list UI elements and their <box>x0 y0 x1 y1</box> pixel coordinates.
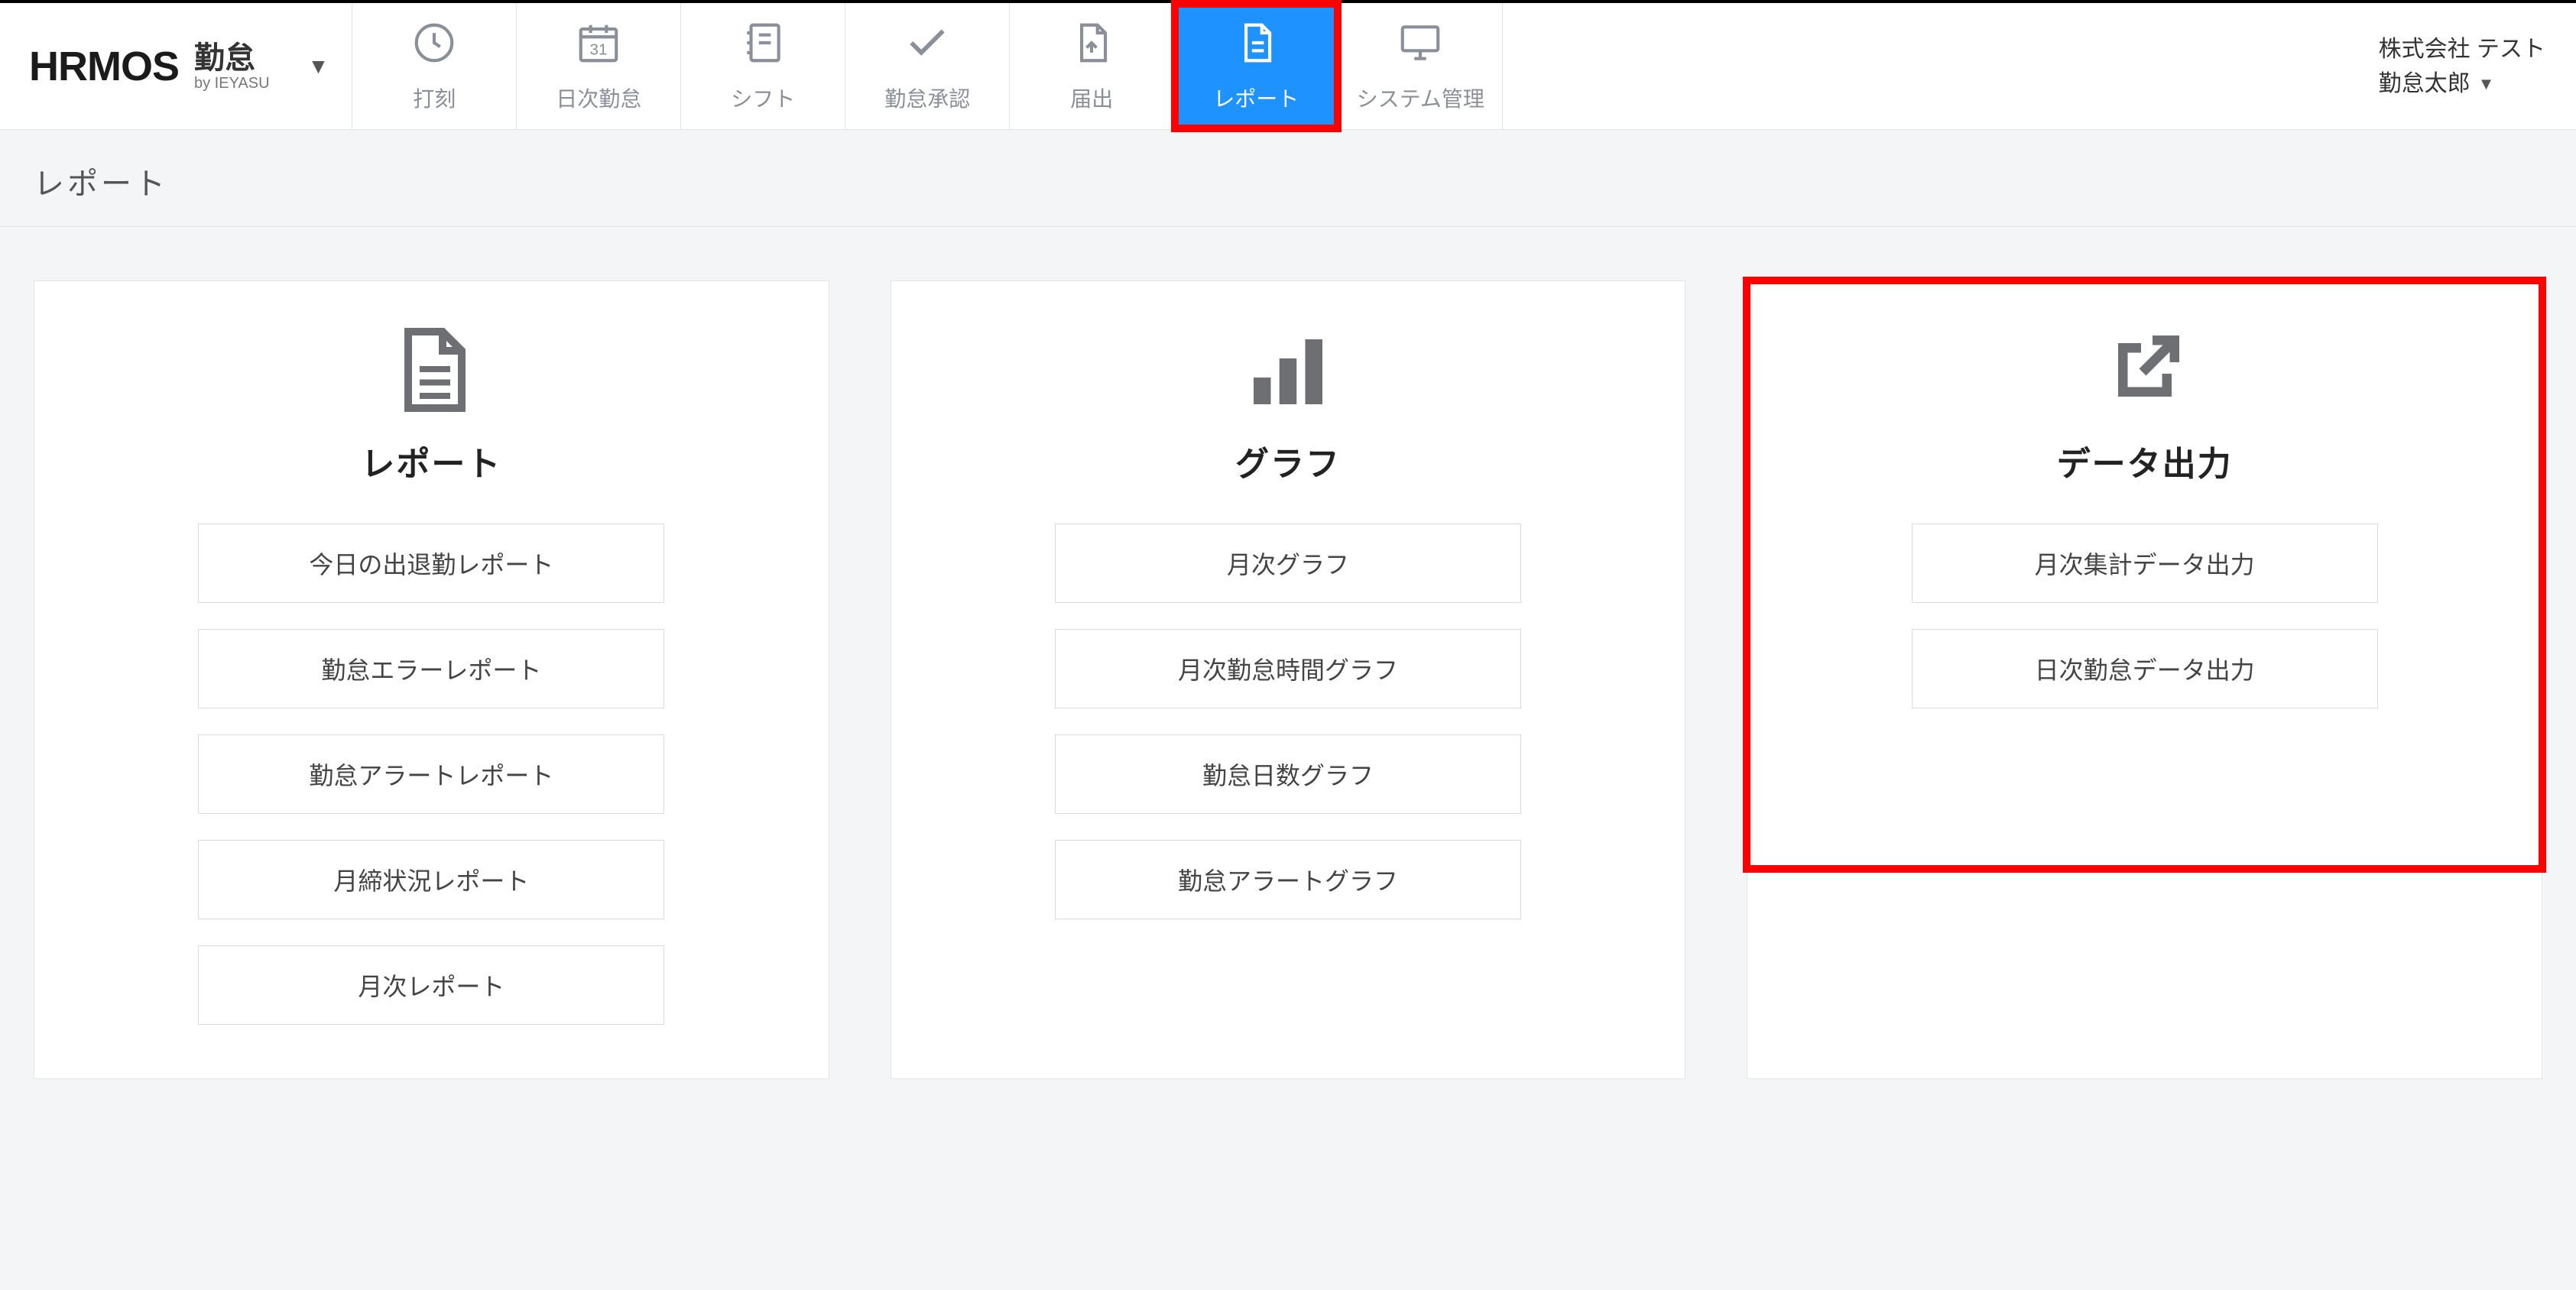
logo-dropdown-caret-icon[interactable]: ▼ <box>308 54 329 79</box>
nav-label: 日次勤怠 <box>556 83 641 113</box>
link-daily-data-export[interactable]: 日次勤怠データ出力 <box>1912 629 2378 708</box>
nav-item-approval[interactable]: 勤怠承認 <box>845 3 1010 129</box>
calendar-icon: 31 <box>575 19 622 72</box>
document-icon <box>385 324 477 421</box>
logo-sub-small: by IEYASU <box>194 75 270 92</box>
nav-item-clock[interactable]: 打刻 <box>352 3 517 129</box>
logo-sub-big: 勤怠 <box>194 41 270 75</box>
bar-chart-icon <box>1242 324 1334 421</box>
link-monthly-time-graph[interactable]: 月次勤怠時間グラフ <box>1055 629 1521 708</box>
cards-row: レポート 今日の出退勤レポート 勤怠エラーレポート 勤怠アラートレポート 月締状… <box>0 227 2576 1133</box>
card-report: レポート 今日の出退勤レポート 勤怠エラーレポート 勤怠アラートレポート 月締状… <box>34 280 829 1079</box>
nav-item-daily[interactable]: 31 日次勤怠 <box>517 3 681 129</box>
nav-label: 届出 <box>1070 83 1113 113</box>
card-title: データ出力 <box>2057 436 2233 485</box>
card-title: グラフ <box>1235 436 1341 485</box>
svg-text:31: 31 <box>590 41 608 59</box>
card-links: 今日の出退勤レポート 勤怠エラーレポート 勤怠アラートレポート 月締状況レポート… <box>65 523 798 1025</box>
link-alert-graph[interactable]: 勤怠アラートグラフ <box>1055 840 1521 919</box>
nav-label: レポート <box>1213 83 1299 113</box>
check-icon <box>904 19 951 72</box>
header: HRMOS 勤怠 by IEYASU ▼ 打刻 31 日次勤怠 シフト <box>0 0 2576 130</box>
user-company: 株式会社 テスト <box>2379 32 2545 66</box>
nav-label: 打刻 <box>413 83 456 113</box>
nav-label: 勤怠承認 <box>884 83 970 113</box>
file-icon <box>1232 19 1280 72</box>
link-error-report[interactable]: 勤怠エラーレポート <box>198 629 664 708</box>
page-title: レポート <box>34 159 2542 203</box>
logo-text: HRMOS <box>29 43 179 90</box>
card-graph: グラフ 月次グラフ 月次勤怠時間グラフ 勤怠日数グラフ 勤怠アラートグラフ <box>891 280 1686 1079</box>
logo-sub: 勤怠 by IEYASU <box>194 41 270 92</box>
export-icon <box>2099 324 2191 421</box>
link-monthly-report[interactable]: 月次レポート <box>198 945 664 1025</box>
link-today-attendance-report[interactable]: 今日の出退勤レポート <box>198 523 664 603</box>
user-menu[interactable]: 株式会社 テスト 勤怠太郎 ▼ <box>2348 3 2576 129</box>
link-days-graph[interactable]: 勤怠日数グラフ <box>1055 734 1521 814</box>
user-name: 勤怠太郎 <box>2379 66 2471 101</box>
chevron-down-icon: ▼ <box>2478 71 2495 96</box>
logo-block[interactable]: HRMOS 勤怠 by IEYASU ▼ <box>0 3 352 129</box>
nav-item-report[interactable]: レポート <box>1174 3 1338 129</box>
nav-item-request[interactable]: 届出 <box>1010 3 1174 129</box>
clock-icon <box>410 19 458 72</box>
nav-item-system[interactable]: システム管理 <box>1338 3 1503 129</box>
monitor-icon <box>1397 19 1444 72</box>
file-up-icon <box>1068 19 1115 72</box>
notebook-icon <box>739 19 787 72</box>
card-links: 月次グラフ 月次勤怠時間グラフ 勤怠日数グラフ 勤怠アラートグラフ <box>922 523 1655 919</box>
link-monthly-graph[interactable]: 月次グラフ <box>1055 523 1521 603</box>
page-title-wrap: レポート <box>0 130 2576 227</box>
link-monthly-summary-export[interactable]: 月次集計データ出力 <box>1912 523 2378 603</box>
nav-item-shift[interactable]: シフト <box>681 3 845 129</box>
link-alert-report[interactable]: 勤怠アラートレポート <box>198 734 664 814</box>
nav-label: システム管理 <box>1357 83 1484 113</box>
nav: 打刻 31 日次勤怠 シフト 勤怠承認 届出 <box>352 3 2347 129</box>
card-title: レポート <box>361 436 501 485</box>
link-monthly-close-report[interactable]: 月締状況レポート <box>198 840 664 919</box>
nav-label: シフト <box>731 83 795 113</box>
nav-spacer <box>1503 3 2347 129</box>
card-links: 月次集計データ出力 日次勤怠データ出力 <box>1778 523 2511 708</box>
card-export: データ出力 月次集計データ出力 日次勤怠データ出力 <box>1747 280 2542 1079</box>
